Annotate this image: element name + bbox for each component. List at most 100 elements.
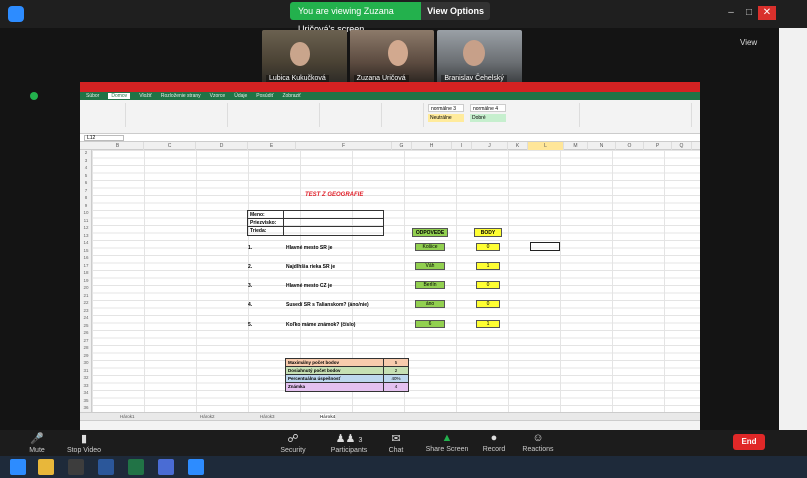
points-cell[interactable]: 0: [476, 281, 500, 289]
row-number[interactable]: 16: [80, 255, 92, 260]
row-number[interactable]: 30: [80, 360, 92, 365]
sheet-tab[interactable]: Hárok2: [200, 414, 215, 419]
column-header[interactable]: K: [508, 142, 528, 150]
points-cell[interactable]: 1: [476, 262, 500, 270]
style-good[interactable]: Dobré: [470, 114, 506, 122]
answer-cell[interactable]: áno: [415, 300, 445, 308]
answer-cell[interactable]: Berlín: [415, 281, 445, 289]
answer-cell[interactable]: 6: [415, 320, 445, 328]
row-number[interactable]: 21: [80, 293, 92, 298]
column-header[interactable]: H: [412, 142, 452, 150]
minimize-icon[interactable]: –: [722, 6, 740, 20]
column-header[interactable]: J: [472, 142, 508, 150]
alignment-group[interactable]: [230, 103, 320, 127]
participant-video[interactable]: Branislav Čehelský: [437, 30, 523, 84]
maximize-icon[interactable]: □: [740, 6, 758, 20]
selected-cell[interactable]: [530, 242, 560, 251]
name-box[interactable]: L12: [84, 135, 124, 141]
row-number[interactable]: 12: [80, 225, 92, 230]
column-header[interactable]: F: [296, 142, 392, 150]
row-number[interactable]: 28: [80, 345, 92, 350]
row-number[interactable]: 10: [80, 210, 92, 215]
close-icon[interactable]: ✕: [758, 6, 776, 20]
ribbon-tab[interactable]: Posúdiť: [256, 93, 273, 99]
answer-cell[interactable]: Košice: [415, 243, 445, 251]
participants-button[interactable]: ♟♟ 3 Participants: [324, 432, 374, 454]
ribbon-tab[interactable]: Rozloženie strany: [161, 93, 201, 99]
row-number[interactable]: 32: [80, 375, 92, 380]
teams-icon[interactable]: [158, 459, 174, 475]
row-number[interactable]: 23: [80, 308, 92, 313]
row-number[interactable]: 33: [80, 383, 92, 388]
row-number[interactable]: 8: [80, 195, 92, 200]
row-number[interactable]: 27: [80, 338, 92, 343]
ribbon-tab[interactable]: Súbor: [86, 93, 99, 99]
row-number[interactable]: 5: [80, 173, 92, 178]
file-explorer-icon[interactable]: [38, 459, 54, 475]
column-header[interactable]: E: [248, 142, 296, 150]
column-header[interactable]: O: [616, 142, 644, 150]
surname-cell[interactable]: [284, 219, 383, 226]
column-header[interactable]: M: [564, 142, 588, 150]
summary-value[interactable]: 40%: [384, 375, 408, 382]
summary-value[interactable]: 4: [384, 383, 408, 391]
row-number[interactable]: 3: [80, 158, 92, 163]
row-number[interactable]: 18: [80, 270, 92, 275]
sheet-tab-active[interactable]: Hárok4: [320, 414, 336, 419]
summary-value[interactable]: 2: [384, 367, 408, 374]
column-header[interactable]: P: [644, 142, 672, 150]
column-header[interactable]: L: [528, 142, 564, 150]
points-cell[interactable]: 0: [476, 300, 500, 308]
ribbon-tab[interactable]: Domov: [108, 93, 131, 99]
points-cell[interactable]: 1: [476, 320, 500, 328]
row-number[interactable]: 2: [80, 150, 92, 155]
chat-button[interactable]: ✉ Chat: [384, 432, 408, 454]
row-number[interactable]: 14: [80, 240, 92, 245]
media-player-icon[interactable]: [68, 459, 84, 475]
mute-button[interactable]: 🎤 Mute: [22, 432, 52, 454]
number-group[interactable]: [322, 103, 382, 127]
word-icon[interactable]: [98, 459, 114, 475]
row-number[interactable]: 15: [80, 248, 92, 253]
participant-video[interactable]: Zuzana Uričová: [349, 30, 435, 84]
row-number[interactable]: 22: [80, 300, 92, 305]
row-number[interactable]: 36: [80, 405, 92, 410]
ribbon-tab[interactable]: Zobraziť: [282, 93, 301, 99]
share-screen-button[interactable]: ▲ Share Screen: [424, 432, 470, 453]
row-number[interactable]: 35: [80, 398, 92, 403]
reactions-button[interactable]: ☺ Reactions: [518, 432, 558, 453]
column-header[interactable]: B: [92, 142, 144, 150]
class-cell[interactable]: [284, 227, 383, 235]
row-number[interactable]: 6: [80, 180, 92, 185]
row-number[interactable]: 31: [80, 368, 92, 373]
stop-video-button[interactable]: ▮ Stop Video: [64, 432, 104, 454]
spreadsheet-grid[interactable]: 2 3 4 5 6 7 8 9 10 11 12 13 14 15 16 17 18 19 20 21 22 23 24 25…: [80, 150, 700, 412]
row-number[interactable]: 19: [80, 278, 92, 283]
excel-icon[interactable]: [128, 459, 144, 475]
zoom-app-icon[interactable]: [188, 459, 204, 475]
windows-start-icon[interactable]: [10, 459, 26, 475]
cells-group[interactable]: [520, 103, 580, 127]
clipboard-group[interactable]: [84, 103, 126, 127]
column-header[interactable]: D: [196, 142, 248, 150]
row-number[interactable]: 25: [80, 323, 92, 328]
answer-cell[interactable]: Váh: [415, 262, 445, 270]
column-header[interactable]: I: [452, 142, 472, 150]
row-number[interactable]: 29: [80, 353, 92, 358]
ribbon-tab[interactable]: Vložiť: [139, 93, 152, 99]
row-number[interactable]: 7: [80, 188, 92, 193]
font-group[interactable]: [128, 103, 228, 127]
column-header[interactable]: G: [392, 142, 412, 150]
style-normal3[interactable]: normálne 3: [428, 104, 464, 112]
column-header[interactable]: Q: [672, 142, 692, 150]
row-number[interactable]: 9: [80, 203, 92, 208]
row-number[interactable]: 11: [80, 218, 92, 223]
view-options-button[interactable]: View Options: [421, 2, 490, 20]
sheet-tab[interactable]: Hárok1: [120, 414, 135, 419]
name-cell[interactable]: [284, 211, 383, 218]
summary-value[interactable]: 5: [384, 359, 408, 366]
style-neutral[interactable]: Neutrálne: [428, 114, 464, 122]
ribbon-tab[interactable]: Vzorce: [210, 93, 226, 99]
editing-group[interactable]: [582, 103, 692, 127]
view-button[interactable]: View: [740, 38, 770, 50]
